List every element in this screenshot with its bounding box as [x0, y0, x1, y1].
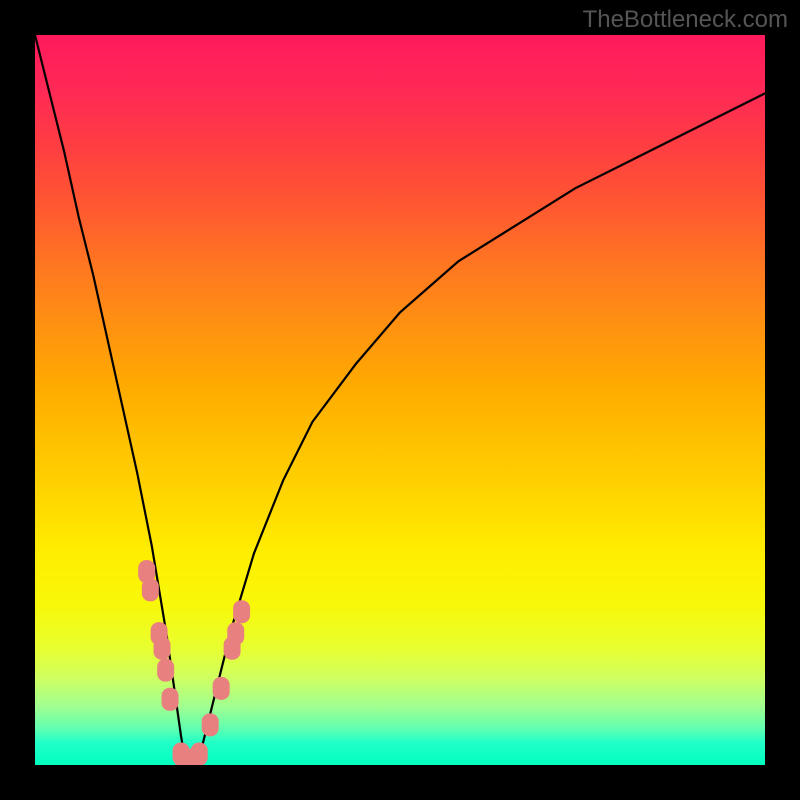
- chart-curve: [35, 35, 765, 765]
- chart-markers: [138, 560, 250, 765]
- chart-svg: [35, 35, 765, 765]
- marker-dot: [213, 677, 230, 700]
- plot-area: [35, 35, 765, 765]
- marker-dot: [142, 578, 159, 601]
- marker-dot: [202, 713, 219, 736]
- marker-dot: [227, 622, 244, 645]
- watermark-text: TheBottleneck.com: [583, 6, 788, 34]
- marker-dot: [191, 743, 208, 765]
- marker-dot: [157, 659, 174, 682]
- marker-dot: [233, 600, 250, 623]
- marker-dot: [162, 688, 179, 711]
- marker-dot: [154, 637, 171, 660]
